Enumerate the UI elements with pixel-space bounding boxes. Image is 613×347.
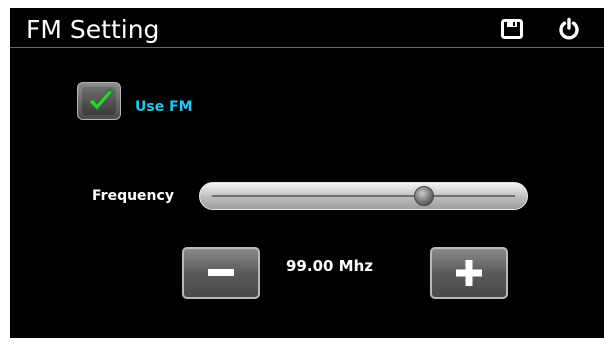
save-icon — [501, 19, 523, 39]
frequency-slider[interactable] — [199, 182, 528, 210]
power-button[interactable] — [557, 17, 581, 41]
use-fm-checkbox[interactable] — [77, 82, 121, 120]
save-button[interactable] — [501, 19, 523, 39]
fm-setting-screen: FM Setting Use FM Frequency 99.00 Mhz — [10, 8, 604, 338]
frequency-value: 99.00 Mhz — [286, 257, 374, 275]
use-fm-label: Use FM — [135, 99, 193, 115]
plus-icon — [456, 260, 482, 286]
slider-thumb[interactable] — [414, 186, 435, 206]
minus-icon — [208, 269, 234, 276]
frequency-label: Frequency — [92, 188, 174, 204]
page-title: FM Setting — [26, 15, 160, 44]
frequency-decrease-button[interactable] — [182, 247, 260, 299]
power-icon — [559, 17, 579, 40]
slider-track — [212, 195, 515, 197]
title-divider — [10, 47, 604, 48]
frequency-increase-button[interactable] — [430, 247, 508, 299]
checkmark-icon — [88, 89, 114, 111]
